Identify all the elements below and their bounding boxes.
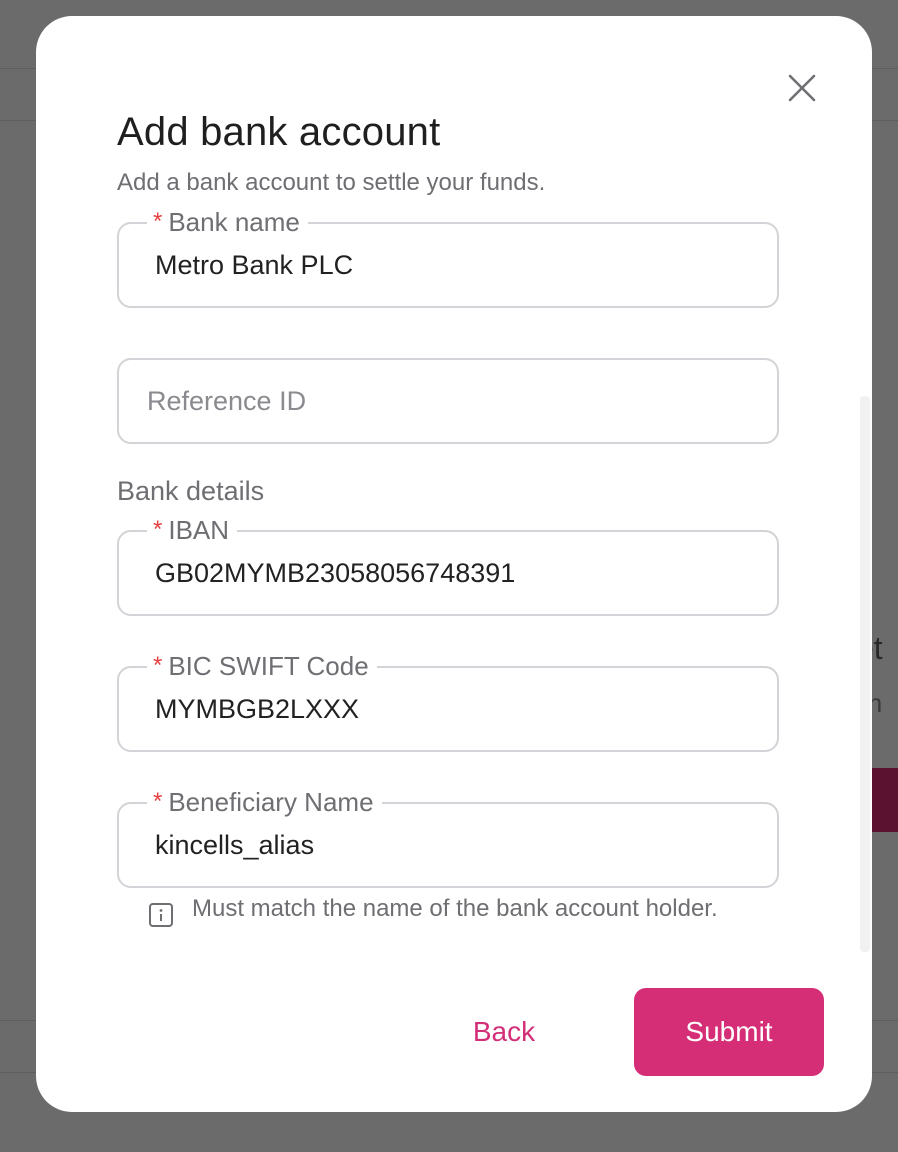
modal-subtitle: Add a bank account to settle your funds. bbox=[117, 169, 546, 196]
close-button[interactable] bbox=[784, 70, 820, 106]
submit-button[interactable]: Submit bbox=[634, 988, 824, 1076]
bank-name-field[interactable]: * Bank name Metro Bank PLC bbox=[117, 202, 779, 308]
info-icon bbox=[149, 903, 173, 927]
bank-details-heading: Bank details bbox=[117, 476, 265, 506]
hint-text: Must match the name of the bank account … bbox=[192, 895, 718, 922]
bic-swift-value: MYMBGB2LXXX bbox=[155, 694, 360, 724]
bic-swift-field[interactable]: * BIC SWIFT Code MYMBGB2LXXX bbox=[117, 646, 779, 752]
beneficiary-name-field[interactable]: * Beneficiary Name kincells_alias bbox=[117, 782, 779, 888]
iban-field[interactable]: * IBAN GB02MYMB23058056748391 bbox=[117, 510, 779, 616]
close-icon bbox=[788, 74, 816, 102]
bank-name-value: Metro Bank PLC bbox=[155, 250, 354, 280]
reference-id-input[interactable] bbox=[119, 360, 777, 442]
beneficiary-hint: Must match the name of the bank account … bbox=[148, 896, 748, 928]
iban-value: GB02MYMB23058056748391 bbox=[155, 558, 516, 588]
scrollbar[interactable] bbox=[860, 396, 870, 952]
add-bank-account-modal: Add bank account Add a bank account to s… bbox=[36, 16, 872, 1112]
back-button[interactable]: Back bbox=[454, 988, 554, 1076]
reference-id-field[interactable] bbox=[117, 358, 779, 444]
beneficiary-name-value: kincells_alias bbox=[155, 830, 315, 860]
modal-title: Add bank account bbox=[117, 110, 441, 154]
